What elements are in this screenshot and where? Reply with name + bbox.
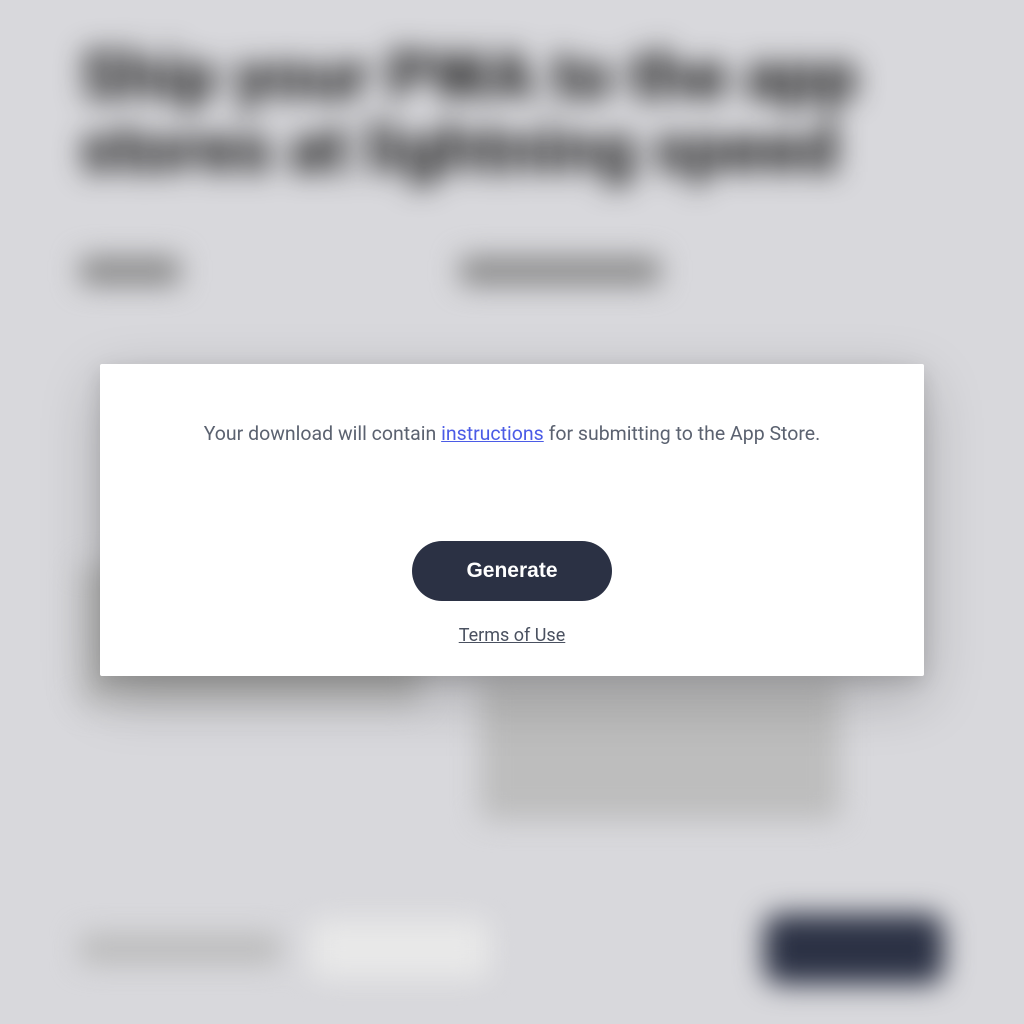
modal-message-prefix: Your download will contain	[204, 422, 441, 445]
terms-of-use-link[interactable]: Terms of Use	[459, 625, 566, 646]
background-dark-button	[764, 914, 944, 984]
background-chip-text	[80, 934, 280, 964]
background-label-right	[460, 257, 660, 285]
modal-message: Your download will contain instructions …	[120, 422, 904, 445]
instructions-link[interactable]: instructions	[441, 422, 544, 445]
background-heading: Ship your PWA to the app stores at light…	[80, 40, 860, 187]
background-label-left	[80, 257, 180, 285]
generate-button[interactable]: Generate	[412, 541, 611, 601]
download-modal: Your download will contain instructions …	[100, 364, 924, 676]
background-chip-pill	[310, 919, 490, 979]
background-block-right	[480, 680, 840, 820]
modal-message-suffix: for submitting to the App Store.	[544, 422, 821, 445]
